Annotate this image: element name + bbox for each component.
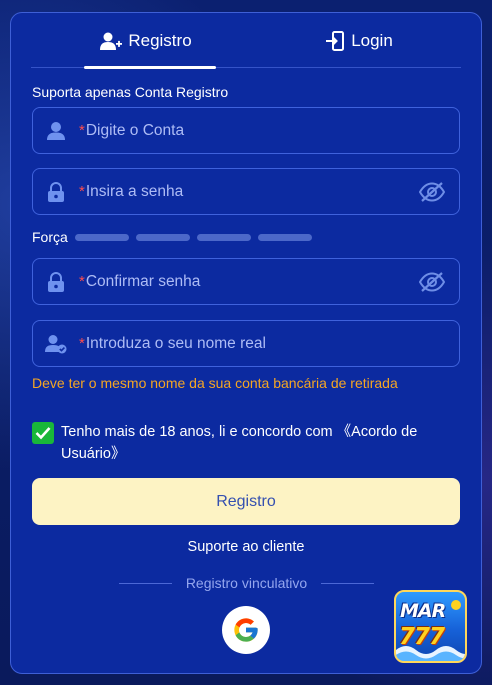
divider-label: Registro vinculativo [185, 575, 308, 591]
divider-line [119, 582, 172, 584]
tab-login[interactable]: Login [299, 13, 419, 68]
check-icon [35, 427, 51, 440]
real-name-field[interactable]: * Introduza o seu nome real [32, 320, 460, 367]
realname-placeholder: Introduza o seu nome real [85, 334, 266, 352]
customer-support-link[interactable]: Suporte ao cliente [11, 539, 481, 555]
google-icon [234, 618, 258, 642]
social-divider: Registro vinculativo [119, 575, 375, 591]
user-icon [47, 121, 65, 140]
add-user-icon [100, 32, 123, 50]
eye-off-icon[interactable] [419, 181, 445, 203]
lock-icon-wrap [33, 271, 79, 292]
agreement-row: Tenho mais de 18 anos, li e concordo com… [32, 421, 452, 465]
required-mark: * [79, 335, 85, 352]
agreement-checkbox[interactable] [32, 422, 54, 444]
password-strength: Força [32, 229, 312, 245]
verified-user-icon-wrap [33, 334, 79, 354]
logo-number: 777 [399, 624, 445, 650]
strength-label: Força [32, 229, 68, 245]
strength-bar [135, 233, 190, 241]
lock-icon [48, 181, 64, 202]
auth-tabs: Registro Login [31, 13, 461, 69]
account-placeholder: Digite o Conta [85, 121, 185, 139]
lock-icon [48, 271, 64, 292]
eye-off-icon[interactable] [419, 271, 445, 293]
lock-icon-wrap [33, 181, 79, 202]
account-field[interactable]: * Digite o Conta [32, 107, 460, 154]
account-type-hint: Suporta apenas Conta Registro [32, 84, 229, 100]
agreement-statement: Tenho mais de 18 anos, li e concordo com [61, 424, 337, 440]
user-icon-wrap [33, 121, 79, 141]
password-placeholder: Insira a senha [85, 182, 184, 200]
strength-bar [74, 233, 129, 241]
google-login-button[interactable] [222, 606, 270, 654]
login-door-icon [326, 30, 345, 51]
mar777-logo: MAR 777 [394, 590, 467, 663]
required-mark: * [79, 122, 85, 139]
strength-bar [257, 233, 312, 241]
verified-user-icon [45, 334, 67, 353]
tab-registro[interactable]: Registro [76, 13, 216, 69]
required-mark: * [79, 273, 85, 290]
tab-registro-label: Registro [128, 30, 192, 50]
confirm-placeholder: Confirmar senha [85, 272, 201, 290]
strength-bar [196, 233, 251, 241]
agreement-text: Tenho mais de 18 anos, li e concordo com… [61, 421, 452, 465]
tab-login-label: Login [351, 30, 393, 50]
register-submit-button[interactable]: Registro [32, 478, 460, 525]
realname-warning: Deve ter o mesmo nome da sua conta bancá… [32, 375, 398, 391]
register-modal: Registro Login Suporta apenas Conta Regi… [10, 12, 482, 674]
confirm-password-field[interactable]: * Confirmar senha [32, 258, 460, 305]
required-mark: * [79, 183, 85, 200]
divider-line [321, 582, 375, 584]
logo-word: MAR [400, 600, 446, 622]
password-field[interactable]: * Insira a senha [32, 168, 460, 215]
